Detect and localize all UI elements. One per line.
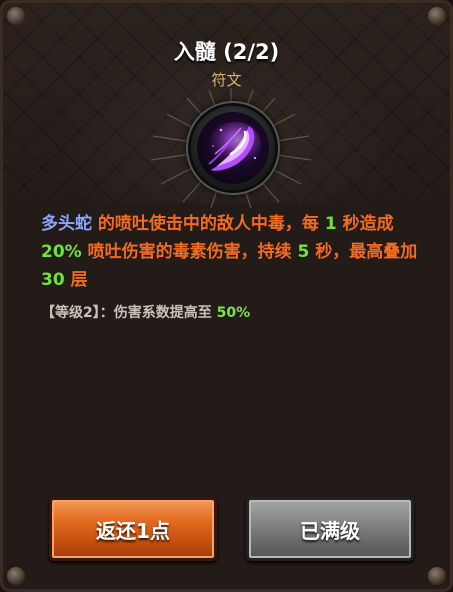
corner-rivet-bottom-left [7,567,25,585]
rune-title: 入髓 (2/2) [173,40,280,64]
max-stacks-value: 30 [41,270,65,290]
return-point-button[interactable]: 返还1点 [49,497,217,561]
corner-rivet-top-right [428,7,446,25]
level-label: 【等级2】：伤害系数提高至 [41,305,217,321]
return-point-label: 返还1点 [96,518,170,543]
damage-percent-value: 20% [41,242,82,262]
max-level-label: 已满级 [300,518,360,543]
corner-rivet-top-left [7,7,25,25]
level-value: 50% [216,305,251,321]
duration-value: 5 [297,242,310,262]
corner-rivet-bottom-right [428,567,446,585]
description-text-4: 秒，最高叠加 [309,242,418,262]
description-text-5: 层 [64,270,88,290]
tick-interval-value: 1 [324,214,337,234]
rune-detail-panel: 入髓 (2/2) 符文 多头蛇 的喷吐使击中的敌人中毒，每 1 秒造成 20% … [0,0,453,592]
description-text-2: 秒造成 [336,214,394,234]
max-level-button[interactable]: 已满级 [246,497,414,561]
purple-spit-rune-icon [197,112,269,184]
skill-name: 多头蛇 [41,214,92,234]
level-info: 【等级2】：伤害系数提高至 50% [41,302,433,322]
rune-icon-frame [191,106,275,190]
description-text-1: 的喷吐使击中的敌人中毒，每 [92,214,325,234]
description-text-3: 喷吐伤害的毒素伤害，持续 [81,242,298,262]
rune-description: 多头蛇 的喷吐使击中的敌人中毒，每 1 秒造成 20% 喷吐伤害的毒素伤害，持续… [41,210,433,294]
